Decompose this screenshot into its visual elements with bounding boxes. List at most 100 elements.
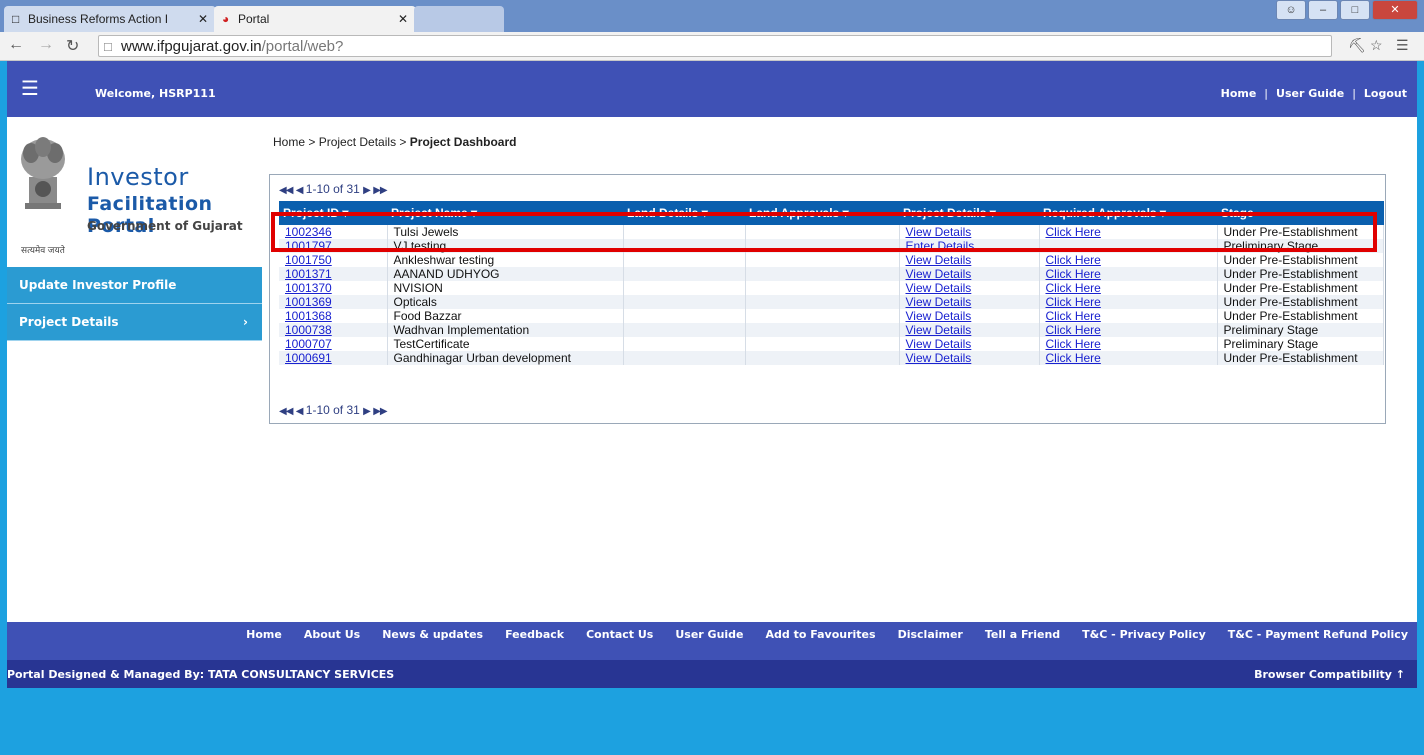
view-details-link[interactable]: View Details	[906, 295, 972, 309]
prev-page-icon[interactable]: ◀	[296, 406, 304, 417]
breadcrumb-home[interactable]: Home	[273, 135, 305, 149]
stage-cell: Under Pre-Establishment	[1217, 295, 1384, 309]
project-id-link[interactable]: 1000707	[285, 337, 332, 351]
footer-link-add-to-favourites[interactable]: Add to Favourites	[766, 628, 876, 641]
first-page-icon[interactable]: ◀◀	[279, 406, 293, 417]
stage-cell: Under Pre-Establishment	[1217, 267, 1384, 281]
click-here-link[interactable]: Click Here	[1046, 295, 1101, 309]
hamburger-menu-icon[interactable]: ☰	[21, 78, 39, 98]
table-row: 1000738 Wadhvan Implementation View Deta…	[279, 323, 1384, 337]
menu-icon[interactable]: ☰	[1396, 37, 1409, 54]
footer-link-home[interactable]: Home	[246, 628, 282, 641]
logo-line-investor: Investor	[87, 163, 189, 191]
project-id-link[interactable]: 1001370	[285, 281, 332, 295]
stage-cell: Preliminary Stage	[1217, 337, 1384, 351]
minimize-icon[interactable]: –	[1308, 0, 1338, 20]
user-guide-link[interactable]: User Guide	[1276, 87, 1344, 100]
land-details-cell	[623, 295, 746, 309]
stage-cell: Under Pre-Establishment	[1217, 281, 1384, 295]
pager-range: 1-10 of 31	[305, 403, 360, 417]
view-details-link[interactable]: View Details	[906, 323, 972, 337]
project-id-link[interactable]: 1001368	[285, 309, 332, 323]
back-arrow-icon[interactable]: ←	[8, 36, 24, 54]
browser-compatibility-link[interactable]: Browser Compatibility ↑	[1254, 668, 1405, 681]
project-name: AANAND UDHYOG	[387, 267, 624, 281]
stage-cell: Under Pre-Establishment	[1217, 309, 1384, 323]
land-details-cell	[623, 253, 746, 267]
click-here-link[interactable]: Click Here	[1046, 351, 1101, 365]
next-page-icon[interactable]: ▶	[363, 406, 371, 417]
breadcrumb-separator: >	[305, 135, 319, 149]
click-here-link[interactable]: Click Here	[1046, 309, 1101, 323]
close-tab-icon[interactable]: ✕	[398, 6, 408, 32]
logo-line-government: Government of Gujarat	[87, 219, 243, 233]
footer-link-user-guide[interactable]: User Guide	[675, 628, 743, 641]
project-id-link[interactable]: 1000691	[285, 351, 332, 365]
sidebar-item-label: Update Investor Profile	[19, 278, 177, 292]
sidebar-item-project-details[interactable]: Project Details ›	[7, 304, 262, 341]
sidebar-item-update-investor-profile[interactable]: Update Investor Profile	[7, 267, 262, 304]
footer-link-tell-a-friend[interactable]: Tell a Friend	[985, 628, 1060, 641]
breadcrumb-current: Project Dashboard	[409, 135, 517, 149]
land-approvals-cell	[745, 267, 900, 281]
close-tab-icon[interactable]: ✕	[198, 6, 208, 32]
reload-icon[interactable]: ↻	[66, 36, 79, 56]
footer-link-news[interactable]: News & updates	[382, 628, 483, 641]
breadcrumb-project-details[interactable]: Project Details	[319, 135, 396, 149]
tab-label: Portal	[238, 12, 270, 26]
click-here-link[interactable]: Click Here	[1046, 267, 1101, 281]
arrow-up-icon[interactable]: ↑	[1396, 668, 1405, 681]
key-icon[interactable]: ⛏	[1348, 37, 1366, 54]
close-window-icon[interactable]: ✕	[1372, 0, 1418, 20]
project-id-link[interactable]: 1001371	[285, 267, 332, 281]
highlight-box	[271, 212, 1377, 252]
portal-logo[interactable]: Investor Facilitation Portal Government …	[11, 121, 263, 261]
footer-links: Home About Us News & updates Feedback Co…	[246, 628, 1408, 641]
view-details-link[interactable]: View Details	[906, 337, 972, 351]
breadcrumb: Home > Project Details > Project Dashboa…	[273, 135, 516, 149]
click-here-link[interactable]: Click Here	[1046, 281, 1101, 295]
maximize-icon[interactable]: □	[1340, 0, 1370, 20]
click-here-link[interactable]: Click Here	[1046, 323, 1101, 337]
view-details-link[interactable]: View Details	[906, 253, 972, 267]
next-page-icon[interactable]: ▶	[363, 185, 371, 196]
tab-label: Business Reforms Action I	[28, 12, 169, 26]
url-field[interactable]: □ www.ifpgujarat.gov.in/portal/web?	[98, 35, 1332, 57]
bookmark-star-icon[interactable]: ☆	[1370, 37, 1383, 54]
user-icon[interactable]: ☺	[1276, 0, 1306, 20]
stage-cell: Preliminary Stage	[1217, 323, 1384, 337]
click-here-link[interactable]: Click Here	[1046, 253, 1101, 267]
view-details-link[interactable]: View Details	[906, 281, 972, 295]
view-details-link[interactable]: View Details	[906, 309, 972, 323]
land-details-cell	[623, 323, 746, 337]
last-page-icon[interactable]: ▶▶	[373, 406, 387, 417]
project-id-link[interactable]: 1001750	[285, 253, 332, 267]
footer-link-disclaimer[interactable]: Disclaimer	[898, 628, 963, 641]
project-id-link[interactable]: 1001369	[285, 295, 332, 309]
logout-link[interactable]: Logout	[1364, 87, 1407, 100]
browser-tab-portal[interactable]: ◕ Portal ✕	[214, 6, 416, 32]
footer-link-contact-us[interactable]: Contact Us	[586, 628, 653, 641]
project-name: Food Bazzar	[387, 309, 624, 323]
last-page-icon[interactable]: ▶▶	[373, 185, 387, 196]
browser-tab-blank[interactable]	[414, 6, 504, 32]
sidebar: Update Investor Profile Project Details ›	[7, 267, 262, 341]
top-links: Home | User Guide | Logout	[1220, 87, 1407, 100]
view-details-link[interactable]: View Details	[906, 267, 972, 281]
land-approvals-cell	[745, 323, 900, 337]
click-here-link[interactable]: Click Here	[1046, 337, 1101, 351]
footer-link-about-us[interactable]: About Us	[304, 628, 360, 641]
footer-link-refund-policy[interactable]: T&C - Payment Refund Policy	[1228, 628, 1408, 641]
table-row: 1000707 TestCertificate View Details Cli…	[279, 337, 1384, 351]
home-link[interactable]: Home	[1221, 87, 1257, 100]
footer-link-privacy-policy[interactable]: T&C - Privacy Policy	[1082, 628, 1206, 641]
table-row: 1001371 AANAND UDHYOG View Details Click…	[279, 267, 1384, 281]
view-details-link[interactable]: View Details	[906, 351, 972, 365]
footer-link-feedback[interactable]: Feedback	[505, 628, 564, 641]
project-id-link[interactable]: 1000738	[285, 323, 332, 337]
first-page-icon[interactable]: ◀◀	[279, 185, 293, 196]
browser-tab-business-reforms[interactable]: □ Business Reforms Action I ✕	[4, 6, 216, 32]
prev-page-icon[interactable]: ◀	[296, 185, 304, 196]
url-host: www.ifpgujarat.gov.in	[121, 38, 262, 55]
forward-arrow-icon[interactable]: →	[38, 36, 54, 54]
